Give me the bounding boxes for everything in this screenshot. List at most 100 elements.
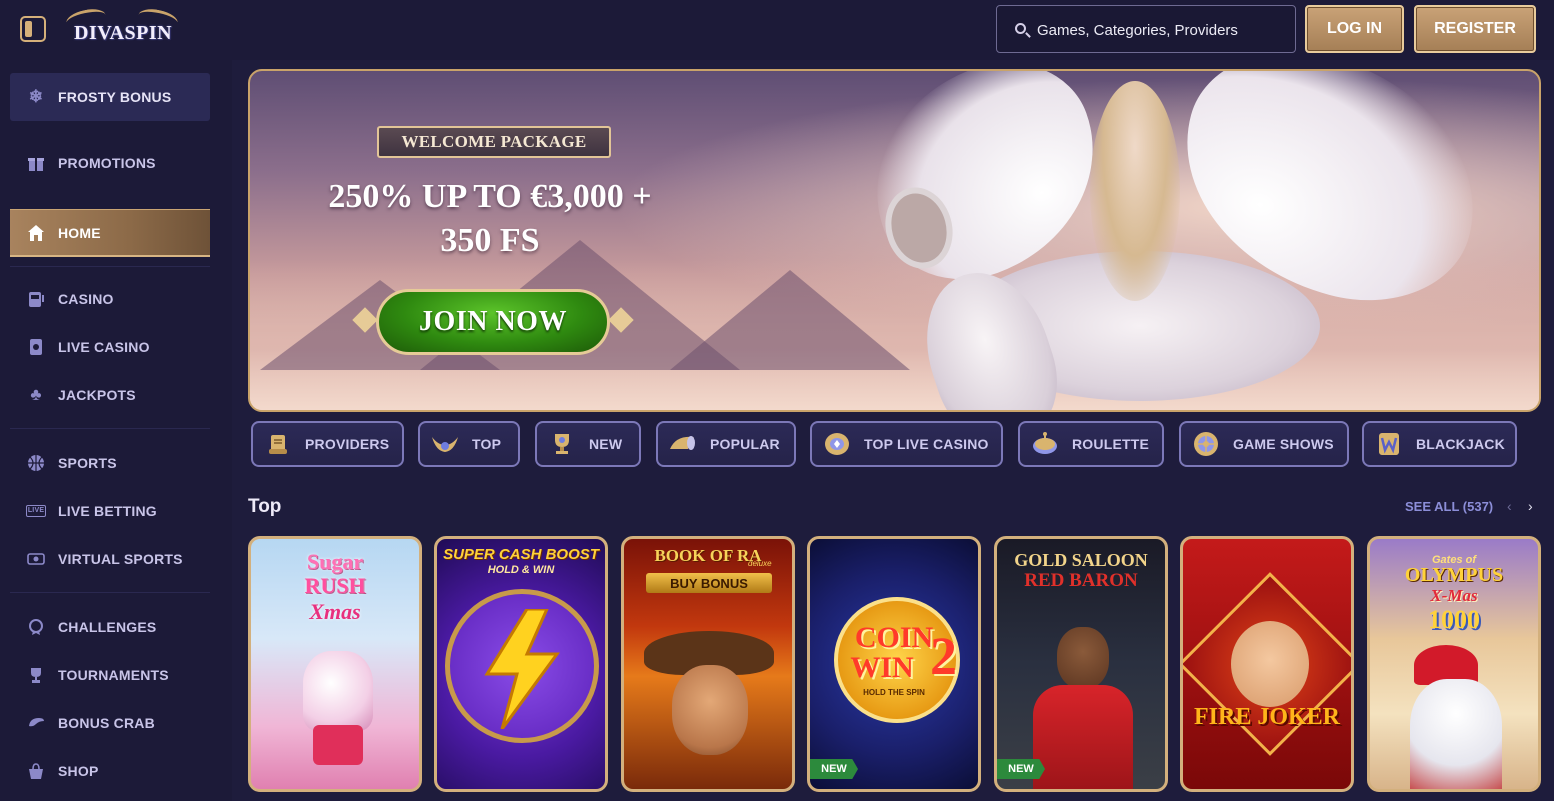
winged-helmet-icon [430,429,460,459]
sidebar-item-virtual-sports[interactable]: VIRTUAL SPORTS [10,535,210,583]
category-tab-new[interactable]: NEW [535,421,641,467]
search-box[interactable] [996,5,1296,53]
offer-line-2: 350 FS [440,222,540,259]
category-label: PROVIDERS [305,436,390,452]
sidebar-divider [10,428,210,429]
rider-figure [1090,81,1180,301]
game-title-line: RED BARON [1024,570,1138,591]
snowflake-icon: ❄ [28,87,44,106]
sidebar-item-live-betting[interactable]: LIVE LIVE BETTING [10,487,210,535]
category-tab-popular[interactable]: POPULAR [656,421,796,467]
sidebar-item-label: PROMOTIONS [58,155,156,171]
game-title-number: 2 [930,626,957,686]
new-badge: NEW [997,759,1045,779]
buy-bonus-badge: BUY BONUS [646,573,772,593]
game-title-line: FIRE JOKER [1193,704,1340,730]
home-icon [26,223,46,243]
category-tab-top-live-casino[interactable]: TOP LIVE CASINO [810,421,1003,467]
game-tile-super-cash-boost[interactable]: SUPER CASH BOOST HOLD & WIN [434,536,608,792]
scroll-icon [263,429,293,459]
slot-machine-icon [26,289,46,309]
sidebar-item-label: CASINO [58,291,114,307]
game-tile-gates-of-olympus-xmas[interactable]: Gates of OLYMPUS X-Mas 1000 [1367,536,1541,792]
category-tab-game-shows[interactable]: GAME SHOWS [1179,421,1349,467]
game-title-line: X-Mas [1430,586,1478,605]
offer-line-1: 250% UP TO €3,000 + [328,178,652,215]
register-button[interactable]: REGISTER [1414,5,1536,53]
lightning-bolt-icon [484,609,560,729]
sidebar-item-label: VIRTUAL SPORTS [58,551,183,567]
sidebar-item-challenges[interactable]: CHALLENGES [10,603,210,651]
sidebar-item-label: HOME [58,224,101,241]
offer-text: 250% UP TO €3,000 + 350 FS [290,175,690,263]
sidebar-item-promotions[interactable]: PROMOTIONS [10,139,210,187]
chevron-left-icon[interactable]: ‹ [1507,498,1512,514]
category-label: TOP [472,436,502,452]
game-title-line: HOLD THE SPIN [863,688,925,697]
mountain-shape [670,270,910,370]
game-tile-sugar-rush-xmas[interactable]: Sugar RUSH Xmas [248,536,422,792]
category-label: ROULETTE [1072,436,1150,452]
game-title-line: Xmas [309,599,361,624]
game-tile-red-baron[interactable]: GOLD SALOON RED BARON NEW [994,536,1168,792]
divaspin-logo[interactable]: DIVASPIN [64,6,180,50]
sidebar-item-sports[interactable]: SPORTS [10,439,210,487]
sidebar-item-label: LIVE BETTING [58,503,157,519]
sidebar-toggle-icon[interactable] [20,16,46,42]
roulette-icon [1030,429,1060,459]
sidebar-item-casino[interactable]: CASINO [10,275,210,323]
welcome-banner[interactable]: WELCOME PACKAGE 250% UP TO €3,000 + 350 … [248,69,1541,412]
sidebar-item-home[interactable]: HOME [10,209,210,257]
sidebar-item-jackpots[interactable]: ♣ JACKPOTS [10,371,210,419]
clover-icon: ♣ [30,385,42,404]
dealer-face [1057,627,1109,689]
category-tab-providers[interactable]: PROVIDERS [251,421,404,467]
login-button[interactable]: LOG IN [1305,5,1404,53]
category-tab-roulette[interactable]: ROULETTE [1018,421,1164,467]
game-title-line: HOLD & WIN [487,564,555,576]
game-tile-fire-joker[interactable]: FIRE JOKER [1180,536,1354,792]
game-subtitle: deluxe [748,559,772,568]
game-tile-coin-win-2[interactable]: COIN WIN 2 HOLD THE SPIN NEW [807,536,981,792]
sidebar-item-shop[interactable]: SHOP [10,747,210,795]
sidebar-item-label: JACKPOTS [58,387,136,403]
game-title-line: Sugar [306,549,364,574]
category-label: POPULAR [710,436,780,452]
top-header: DIVASPIN LOG IN REGISTER [0,0,1554,60]
game-title-line: 1000 [1428,605,1480,634]
sidebar-item-label: TOURNAMENTS [58,667,169,683]
coin-stack-icon [822,429,852,459]
explorer-face [672,665,748,755]
sidebar-item-label: CHALLENGES [58,619,157,635]
category-label: TOP LIVE CASINO [864,436,989,452]
sidebar-item-live-casino[interactable]: LIVE CASINO [10,323,210,371]
zeus-santa-figure [1410,679,1502,789]
basketball-icon [26,453,46,473]
game-title-line: SUPER CASH BOOST [443,546,599,563]
game-title-line: RUSH [304,573,366,598]
sidebar-item-tournaments[interactable]: TOURNAMENTS [10,651,210,699]
dealer-red-jacket [1033,685,1133,789]
horn-icon [668,429,698,459]
category-label: NEW [589,436,623,452]
search-input[interactable] [1037,19,1287,41]
cards-icon [26,337,46,357]
section-title-top: Top [248,496,282,517]
sidebar-item-bonus-crab[interactable]: BONUS CRAB [10,699,210,747]
welcome-package-pill: WELCOME PACKAGE [377,126,611,158]
join-now-button[interactable]: JOIN NOW [376,289,610,355]
sidebar-item-label: LIVE CASINO [58,339,150,355]
category-tab-top[interactable]: TOP [418,421,520,467]
medal-icon [26,617,46,637]
wheel-icon [1191,429,1221,459]
search-icon [1015,23,1026,34]
logo-text: DIVASPIN [74,22,173,44]
game-tile-book-of-ra[interactable]: BOOK OF RA deluxe BUY BONUS [621,536,795,792]
category-label: BLACKJACK [1416,436,1505,452]
sidebar-item-frosty-bonus[interactable]: ❄ FROSTY BONUS [10,73,210,121]
live-icon: LIVE [25,501,47,521]
candy-machine-base [313,725,363,765]
see-all-link[interactable]: SEE ALL (537) [1405,499,1493,514]
chevron-right-icon[interactable]: › [1528,498,1533,514]
category-tab-blackjack[interactable]: BLACKJACK [1362,421,1517,467]
